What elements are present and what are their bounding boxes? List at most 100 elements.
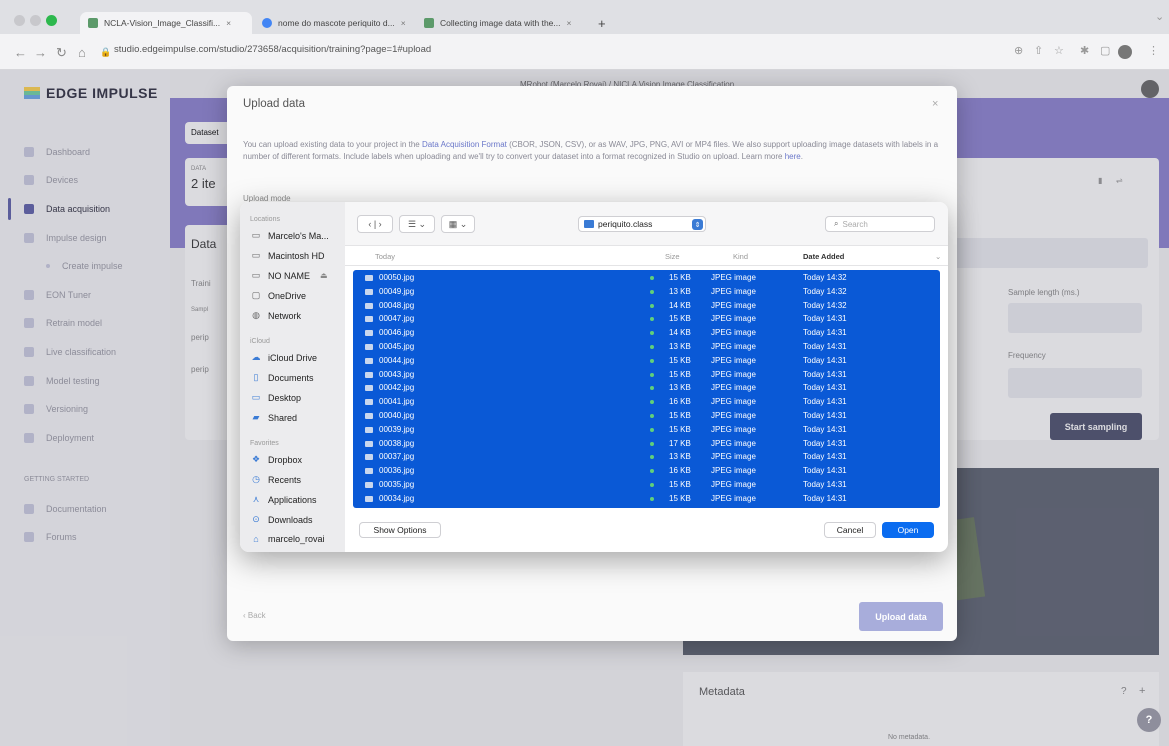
file-row[interactable]: 00038.jpg 17 KB JPEG image Today 14:31: [353, 438, 940, 450]
file-row[interactable]: 00047.jpg 15 KB JPEG image Today 14:31: [353, 313, 940, 325]
window-minimize-button[interactable]: [30, 15, 41, 26]
upload-data-button[interactable]: Upload data: [859, 602, 943, 631]
url-input[interactable]: studio.edgeimpulse.com/studio/273658/acq…: [114, 44, 431, 55]
file-date-added: Today 14:31: [803, 424, 847, 434]
chevron-right-icon[interactable]: ›: [379, 219, 382, 229]
back-arrow-icon[interactable]: ←: [14, 45, 27, 60]
browser-tab-3[interactable]: Collecting image data with the... ×: [416, 12, 586, 34]
finder-location-computer[interactable]: ▭ Marcelo's Ma...: [250, 230, 329, 241]
show-options-button[interactable]: Show Options: [359, 522, 441, 538]
home-icon[interactable]: ⌂: [78, 45, 86, 60]
favorites-section-label: Favorites: [250, 440, 279, 447]
address-bar: ← → ↻ ⌂ 🔒 studio.edgeimpulse.com/studio/…: [0, 34, 1169, 70]
finder-downloads[interactable]: ⊙ Downloads: [250, 514, 313, 525]
search-input[interactable]: ⌕ Search: [825, 216, 935, 232]
new-tab-button[interactable]: +: [590, 12, 610, 34]
file-kind: JPEG image: [711, 493, 756, 503]
finder-shared[interactable]: ▰ Shared: [250, 412, 298, 423]
zoom-icon[interactable]: ⊕: [1014, 44, 1023, 57]
file-size: 16 KB: [669, 466, 691, 476]
description-text: .: [800, 152, 803, 161]
finder-location-macintosh-hd[interactable]: ▭ Macintosh HD: [250, 250, 325, 261]
sync-status-dot: [650, 289, 654, 294]
modal-title: Upload data: [243, 98, 306, 110]
finder-home[interactable]: ⌂ marcelo_rovai: [250, 534, 325, 544]
more-menu-icon[interactable]: ⋮: [1148, 44, 1159, 57]
learn-more-link[interactable]: here: [785, 152, 801, 161]
sync-status-dot: [650, 345, 654, 349]
sync-status-dot: [650, 400, 654, 405]
chevron-left-icon[interactable]: ‹: [368, 219, 371, 229]
chevron-down-icon[interactable]: ⌄: [935, 252, 941, 261]
profile-avatar[interactable]: [1118, 45, 1132, 59]
file-date-added: Today 14:32: [803, 300, 847, 310]
file-row[interactable]: 00044.jpg 15 KB JPEG image Today 14:31: [353, 355, 940, 367]
file-row[interactable]: 00049.jpg 13 KB JPEG image Today 14:32: [353, 286, 940, 298]
tab-list-icon[interactable]: ⌄: [1155, 10, 1164, 23]
sidebar-toggle-icon[interactable]: ▢: [1100, 44, 1110, 57]
file-row[interactable]: 00034.jpg 15 KB JPEG image Today 14:31: [353, 493, 940, 505]
column-header-date-added[interactable]: Date Added: [803, 252, 844, 261]
column-header-kind[interactable]: Kind: [733, 252, 748, 261]
file-row[interactable]: 00036.jpg 16 KB JPEG image Today 14:31: [353, 465, 940, 477]
finder-toolbar: ‹ | › ☰ ⌄ ▦ ⌄ periquito.class ⇕ ⌕ Search: [345, 202, 948, 246]
finder-location-no-name[interactable]: ▭ NO NAME ⏏: [250, 270, 328, 281]
browser-tab-2[interactable]: nome do mascote periquito d... ×: [254, 12, 414, 34]
file-row[interactable]: 00035.jpg 15 KB JPEG image Today 14:31: [353, 479, 940, 491]
reload-icon[interactable]: ↻: [56, 45, 67, 61]
finder-applications[interactable]: ⋏ Applications: [250, 494, 317, 505]
file-date-added: Today 14:31: [803, 493, 847, 503]
back-forward-buttons[interactable]: ‹ | ›: [357, 215, 393, 233]
finder-location-onedrive[interactable]: ▢ OneDrive: [250, 290, 306, 301]
column-header-size[interactable]: Size: [665, 252, 680, 261]
file-row[interactable]: 00048.jpg 14 KB JPEG image Today 14:32: [353, 300, 940, 312]
finder-item-label: Recents: [268, 474, 302, 485]
list-view-button[interactable]: ☰ ⌄: [399, 215, 435, 233]
finder-icloud-drive[interactable]: ☁ iCloud Drive: [250, 352, 318, 363]
cancel-button[interactable]: Cancel: [824, 522, 876, 538]
file-row[interactable]: 00050.jpg 15 KB JPEG image Today 14:32: [353, 272, 940, 284]
file-row[interactable]: 00046.jpg 14 KB JPEG image Today 14:31: [353, 327, 940, 339]
jpeg-file-icon: [365, 468, 373, 475]
close-icon[interactable]: ×: [932, 98, 938, 110]
jpeg-file-icon: [365, 302, 373, 309]
back-button[interactable]: ‹ Back: [243, 611, 266, 620]
window-close-button[interactable]: [14, 15, 25, 26]
bookmark-star-icon[interactable]: ☆: [1054, 44, 1064, 57]
google-favicon-icon: [262, 18, 272, 28]
browser-tab-1[interactable]: NCLA-Vision_Image_Classifi... ×: [80, 12, 252, 34]
file-row[interactable]: 00042.jpg 13 KB JPEG image Today 14:31: [353, 382, 940, 394]
group-button[interactable]: ▦ ⌄: [441, 215, 475, 233]
file-row[interactable]: 00043.jpg 15 KB JPEG image Today 14:31: [353, 369, 940, 381]
finder-dropbox[interactable]: ❖ Dropbox: [250, 454, 302, 465]
download-icon: ⊙: [252, 514, 260, 524]
tab-close-icon[interactable]: ×: [401, 18, 406, 28]
finder-desktop[interactable]: ▭ Desktop: [250, 392, 301, 403]
file-date-added: Today 14:31: [803, 466, 847, 476]
tab-close-icon[interactable]: ×: [226, 18, 231, 28]
globe-icon: ◍: [252, 310, 260, 320]
file-kind: JPEG image: [711, 383, 756, 393]
finder-documents[interactable]: ▯ Documents: [250, 372, 314, 383]
finder-recents[interactable]: ◷ Recents: [250, 474, 301, 485]
finder-item-label: Downloads: [268, 514, 313, 525]
file-row[interactable]: 00045.jpg 13 KB JPEG image Today 14:31: [353, 341, 940, 353]
tab-close-icon[interactable]: ×: [566, 18, 571, 28]
file-row[interactable]: 00039.jpg 15 KB JPEG image Today 14:31: [353, 424, 940, 436]
file-row[interactable]: 00037.jpg 13 KB JPEG image Today 14:31: [353, 451, 940, 463]
data-acquisition-format-link[interactable]: Data Acquisition Format: [422, 140, 507, 149]
column-header-name[interactable]: Today: [375, 252, 395, 261]
extensions-icon[interactable]: ✱: [1080, 44, 1089, 57]
forward-arrow-icon[interactable]: →: [34, 45, 47, 60]
file-row[interactable]: 00040.jpg 15 KB JPEG image Today 14:31: [353, 410, 940, 422]
folder-dropdown[interactable]: periquito.class ⇕: [578, 216, 706, 232]
jpeg-file-icon: [365, 275, 373, 281]
finder-item-label: marcelo_rovai: [268, 534, 325, 544]
open-button[interactable]: Open: [882, 522, 934, 538]
help-chat-button[interactable]: ?: [1137, 708, 1161, 732]
finder-location-network[interactable]: ◍ Network: [250, 310, 301, 321]
window-zoom-button[interactable]: [46, 15, 57, 26]
share-icon[interactable]: ⇧: [1034, 44, 1043, 57]
eject-icon[interactable]: ⏏: [320, 271, 328, 280]
file-row[interactable]: 00041.jpg 16 KB JPEG image Today 14:31: [353, 396, 940, 408]
